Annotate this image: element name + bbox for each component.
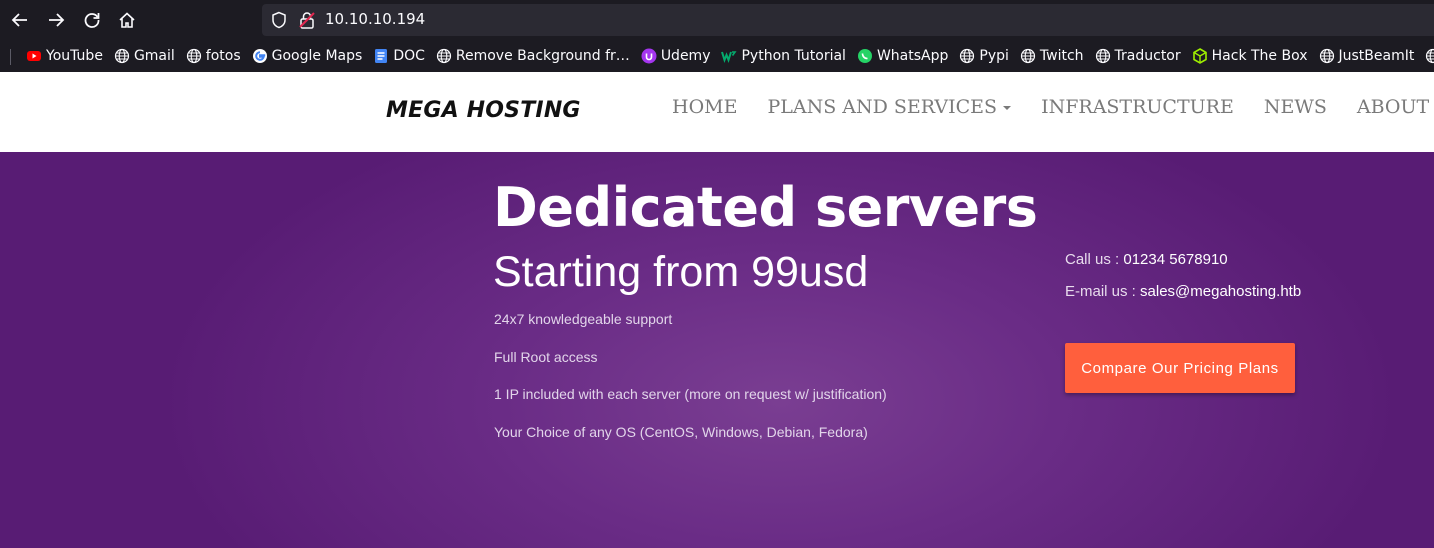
back-button[interactable] <box>8 8 32 32</box>
bookmark-label: fotos <box>205 48 241 64</box>
bookmark-item[interactable]: Gmail <box>114 48 175 64</box>
bookmark-item[interactable]: WhatsApp <box>857 48 948 64</box>
feature-item: 24x7 knowledgeable support <box>494 311 673 327</box>
bookmark-label: YouTube <box>46 48 103 64</box>
bookmark-item[interactable]: YouTube <box>26 48 103 64</box>
bookmark-label: Google Maps <box>271 48 363 64</box>
reload-icon <box>84 13 100 28</box>
home-button[interactable] <box>115 8 139 32</box>
feature-item: Your Choice of any OS (CentOS, Windows, … <box>494 423 868 440</box>
bookmark-label: Gmail <box>133 48 175 64</box>
globe-icon <box>1319 48 1335 64</box>
feature-item: Full Root access <box>494 348 598 365</box>
google-icon <box>252 48 268 64</box>
bookmark-label: Traductor <box>1114 48 1181 64</box>
bookmark-item[interactable]: Google Maps <box>252 48 363 64</box>
arrow-left-icon <box>11 13 27 27</box>
bookmarks-bar: YouTube Gmail fotos Google Maps DOC Remove Ba… <box>0 40 1434 73</box>
nav-home[interactable]: HOME <box>672 96 737 118</box>
bookmark-label: Udemy <box>660 48 711 64</box>
email-address[interactable]: sales@megahosting.htb <box>1140 283 1301 300</box>
feature-item: 1 IP included with each server (more on … <box>494 386 887 403</box>
globe-icon <box>1425 48 1434 64</box>
udemy-icon <box>641 48 657 64</box>
nav-plans-and-services[interactable]: PLANS AND SERVICES <box>767 96 1012 118</box>
nav-news[interactable]: NEWS <box>1264 96 1327 118</box>
globe-icon <box>959 48 975 64</box>
docs-icon <box>373 48 389 64</box>
email-row: E-mail us : sales@megahosting.htb <box>1065 283 1301 315</box>
bookmark-item[interactable]: fotos <box>186 48 241 64</box>
home-icon <box>119 12 135 28</box>
nav-plans-label: PLANS AND SERVICES <box>767 96 998 118</box>
bookmark-item[interactable]: Python Tutorial <box>721 48 846 64</box>
globe-icon <box>186 48 202 64</box>
bookmark-item[interactable]: Twitch <box>1020 48 1084 64</box>
bookmark-label: DOC <box>393 48 425 64</box>
site-logo[interactable]: MEGA HOSTING <box>386 98 581 123</box>
hero-title: Dedicated servers <box>493 176 1038 239</box>
contact-info: Call us : 01234 5678910 E-mail us : sale… <box>1065 251 1301 315</box>
youtube-icon <box>26 48 42 64</box>
call-row: Call us : 01234 5678910 <box>1065 251 1301 283</box>
bookmark-label: Python Tutorial <box>741 48 846 64</box>
compare-pricing-button[interactable]: Compare Our Pricing Plans <box>1065 343 1295 393</box>
site-navbar: MEGA HOSTING HOME PLANS AND SERVICES INF… <box>0 72 1434 152</box>
bookmark-label: WhatsApp <box>876 48 949 64</box>
address-bar[interactable]: 10.10.10.194 <box>262 4 1434 36</box>
bookmark-label: Hack The Box <box>1211 48 1308 64</box>
bookmark-item[interactable]: Traductor <box>1095 48 1181 64</box>
globe-icon <box>1095 48 1111 64</box>
call-label: Call us : <box>1065 251 1124 268</box>
bookmark-label: JustBeamIt <box>1338 48 1415 64</box>
bookmark-item[interactable]: JustBeamIt <box>1319 48 1415 64</box>
w3-icon <box>721 48 738 64</box>
main-nav: HOME PLANS AND SERVICES INFRASTRUCTURE N… <box>672 96 1434 118</box>
caret-down-icon <box>1003 106 1012 110</box>
hero-subtitle: Starting from 99usd <box>493 248 869 296</box>
bookmark-item[interactable]: DOC <box>373 48 425 64</box>
insecure-lock-icon[interactable] <box>298 11 316 29</box>
htb-icon <box>1192 48 1208 64</box>
feature-list: 24x7 knowledgeable support Full Root acc… <box>494 311 887 461</box>
nav-infrastructure[interactable]: INFRASTRUCTURE <box>1041 96 1234 118</box>
bookmark-item[interactable]: Remove Background fr… <box>436 48 630 64</box>
url-text[interactable]: 10.10.10.194 <box>325 10 425 28</box>
globe-icon <box>436 48 452 64</box>
bookmarks-separator <box>10 49 11 65</box>
whatsapp-icon <box>857 48 873 64</box>
arrow-right-icon <box>49 13 65 27</box>
email-label: E-mail us : <box>1065 283 1141 300</box>
bookmark-label: Pypi <box>979 48 1009 64</box>
bookmark-item[interactable]: Udemy <box>641 48 711 64</box>
bookmark-label: Remove Background fr… <box>455 48 630 64</box>
phone-number[interactable]: 01234 5678910 <box>1123 251 1227 268</box>
bookmarks-list: YouTube Gmail fotos Google Maps DOC Remove Ba… <box>26 40 1434 72</box>
bookmark-label: Twitch <box>1039 48 1084 64</box>
bookmark-item[interactable]: Hack The Box <box>1192 48 1308 64</box>
hero-section: Dedicated servers Starting from 99usd 24… <box>0 152 1434 548</box>
shield-icon[interactable] <box>270 11 288 29</box>
forward-button[interactable] <box>44 8 68 32</box>
globe-icon <box>114 48 130 64</box>
bookmark-item[interactable]: Pypi <box>959 48 1009 64</box>
reload-button[interactable] <box>80 8 104 32</box>
nav-about[interactable]: ABOUT <box>1357 96 1429 118</box>
bookmark-item[interactable]: Co <box>1425 48 1434 64</box>
browser-toolbar: 10.10.10.194 <box>0 0 1434 40</box>
globe-icon <box>1020 48 1036 64</box>
